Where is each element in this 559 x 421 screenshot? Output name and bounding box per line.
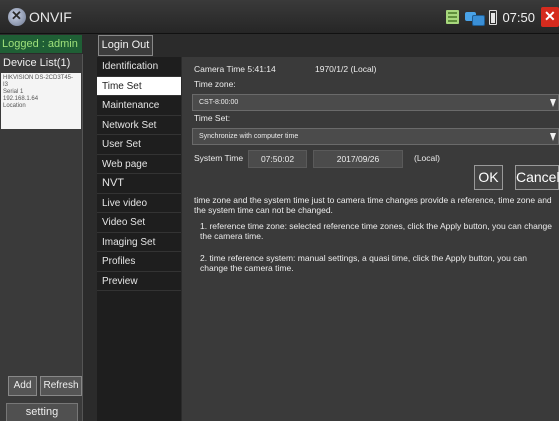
status-bar: 07:50 <box>446 6 559 28</box>
device-ip: 192.168.1.64 <box>3 96 39 102</box>
time-zone-label: Time zone: <box>194 79 236 89</box>
camera-date: 1970/1/2 (Local) <box>315 64 377 74</box>
login-out-button[interactable]: Login Out <box>98 35 153 56</box>
device-model: HIKVISION DS-2CD3T45- <box>3 75 74 81</box>
title-bar: ONVIF 07:50 <box>0 0 559 34</box>
time-zone-select[interactable]: CST-8:00:00 <box>192 94 559 111</box>
device-card[interactable]: HIKVISION DS-2CD3T45- I3 Serial 1 192.16… <box>1 73 81 129</box>
info-text-reference-zone: 1. reference time zone: selected referen… <box>200 221 553 241</box>
menu-item-live-video[interactable]: Live video <box>97 194 181 213</box>
device-serial: Serial 1 <box>3 89 24 95</box>
network-icon <box>465 10 486 26</box>
add-button[interactable]: Add <box>8 376 37 396</box>
onvif-logo-icon <box>8 8 26 26</box>
system-time-label: System Time <box>194 153 244 163</box>
app-title: ONVIF <box>29 9 72 25</box>
menu-item-video-set[interactable]: Video Set <box>97 213 181 233</box>
menu-item-profiles[interactable]: Profiles <box>97 252 181 272</box>
camera-time-label: Camera Time 5:41:14 <box>194 64 276 74</box>
time-zone-value: CST-8:00:00 <box>199 99 239 106</box>
clock: 07:50 <box>502 9 535 25</box>
dropdown-arrow-icon <box>550 133 556 141</box>
menu-item-web-page[interactable]: Web page <box>97 155 181 174</box>
sd-card-icon <box>446 10 460 24</box>
logged-status: Logged : admin <box>0 35 82 53</box>
time-set-panel: Camera Time 5:41:14 1970/1/2 (Local) Tim… <box>182 57 559 421</box>
device-list-label: Device List(1) <box>3 57 71 69</box>
time-set-select[interactable]: Synchronize with computer time <box>192 128 559 145</box>
device-panel: Device List(1) HIKVISION DS-2CD3T45- I3 … <box>0 54 83 421</box>
menu-item-maintenance[interactable]: Maintenance <box>97 96 181 116</box>
close-icon[interactable] <box>541 7 559 27</box>
ok-button[interactable]: OK <box>474 165 503 190</box>
menu-item-network-set[interactable]: Network Set <box>97 116 181 135</box>
menu-item-identification[interactable]: Identification <box>97 57 181 77</box>
menu-section-nvt: NVT <box>97 174 181 194</box>
time-set-value: Synchronize with computer time <box>199 133 299 140</box>
system-date-field[interactable]: 2017/09/26 <box>313 150 403 168</box>
info-text: time zone and the system time just to ca… <box>194 195 552 215</box>
dropdown-arrow-icon <box>550 99 556 107</box>
cancel-button[interactable]: Cancel <box>515 165 559 190</box>
device-location: Location <box>3 103 26 109</box>
local-label: (Local) <box>414 153 440 163</box>
info-text-reference-system: 2. time reference system: manual setting… <box>200 253 527 273</box>
battery-icon <box>489 9 498 25</box>
menu-item-preview[interactable]: Preview <box>97 272 181 291</box>
system-time-field[interactable]: 07:50:02 <box>248 150 307 168</box>
menu-item-imaging-set[interactable]: Imaging Set <box>97 233 181 252</box>
settings-menu: Identification Time Set Maintenance Netw… <box>97 57 181 421</box>
time-set-label: Time Set: <box>194 113 231 123</box>
menu-item-time-set[interactable]: Time Set <box>97 76 181 96</box>
setting-button[interactable]: setting <box>6 403 78 421</box>
device-model-suffix: I3 <box>3 82 9 88</box>
menu-item-user-set[interactable]: User Set <box>97 135 181 155</box>
refresh-button[interactable]: Refresh <box>40 376 82 396</box>
